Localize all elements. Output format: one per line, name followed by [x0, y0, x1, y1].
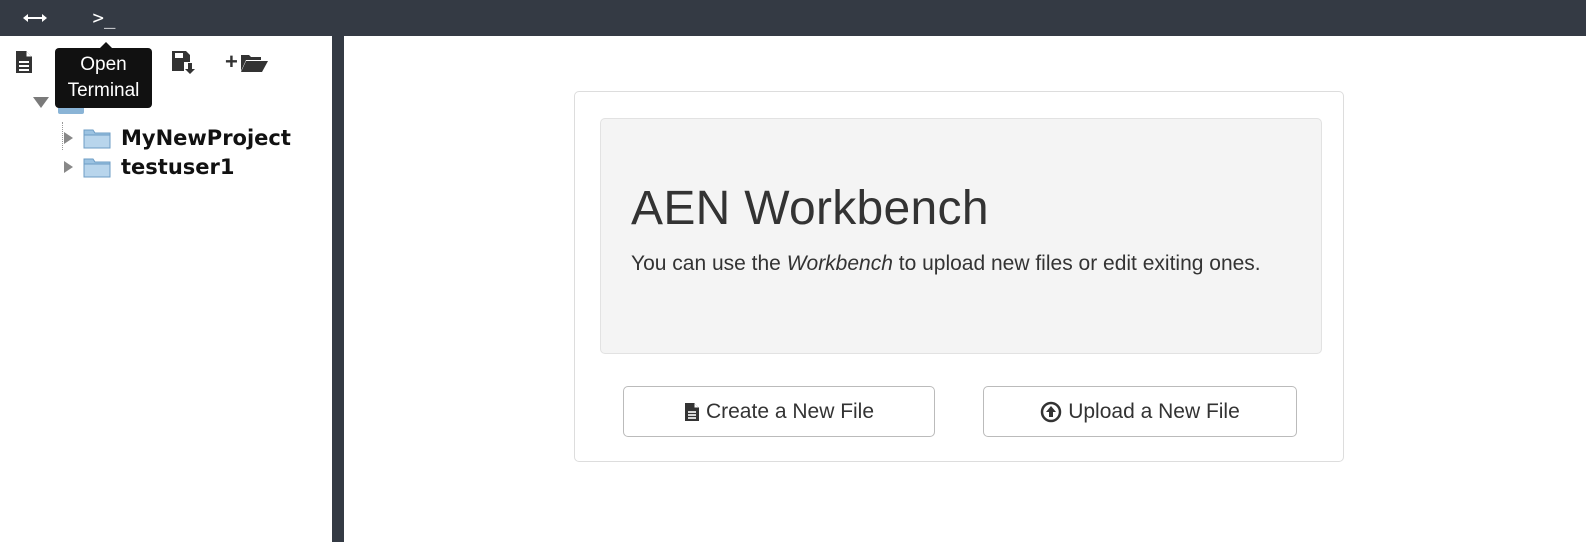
create-button-label: Create a New File [705, 399, 875, 423]
horizontal-resize-icon[interactable] [15, 0, 55, 36]
welcome-panel: AEN Workbench You can use the Workbench … [574, 91, 1344, 462]
welcome-jumbotron: AEN Workbench You can use the Workbench … [600, 118, 1322, 354]
tree-item-label: MyNewProject [121, 126, 291, 150]
description-prefix: You can use the [631, 252, 787, 275]
tooltip-line2: Terminal [67, 80, 140, 101]
file-tree-sidebar: + MyNewProject testuser1 [0, 36, 332, 542]
save-download-icon[interactable] [170, 48, 196, 76]
plus-sign: + [225, 49, 238, 74]
open-terminal-tooltip: Open Terminal [55, 42, 152, 108]
create-new-file-button[interactable]: Create a New File [623, 386, 935, 437]
tooltip-line1: Open [80, 54, 127, 75]
description-emphasis: Workbench [786, 252, 893, 275]
tree-item-label: testuser1 [121, 155, 235, 179]
page-title: AEN Workbench [631, 182, 989, 235]
folder-icon [83, 129, 111, 149]
new-folder-icon[interactable]: + [225, 48, 269, 76]
expand-arrow-icon[interactable] [64, 161, 73, 173]
file-icon [684, 402, 699, 421]
upload-new-file-button[interactable]: Upload a New File [983, 386, 1297, 437]
folder-icon [83, 158, 111, 178]
tree-root-collapse-arrow[interactable] [33, 97, 49, 108]
tooltip-arrow [100, 42, 112, 48]
pane-splitter[interactable] [332, 36, 344, 542]
new-file-icon[interactable] [14, 48, 34, 76]
expand-arrow-icon[interactable] [64, 132, 73, 144]
upload-circle-icon [1040, 401, 1062, 422]
welcome-description: You can use the Workbench to upload new … [631, 249, 1281, 279]
top-bar: >_ [0, 0, 1586, 36]
tree-item-mynewproject[interactable]: MyNewProject [60, 124, 291, 152]
description-suffix: to upload new files or edit exiting ones… [892, 252, 1261, 275]
terminal-icon[interactable]: >_ [84, 0, 124, 36]
tree-item-testuser1[interactable]: testuser1 [60, 153, 234, 181]
upload-button-label: Upload a New File [1068, 399, 1240, 423]
